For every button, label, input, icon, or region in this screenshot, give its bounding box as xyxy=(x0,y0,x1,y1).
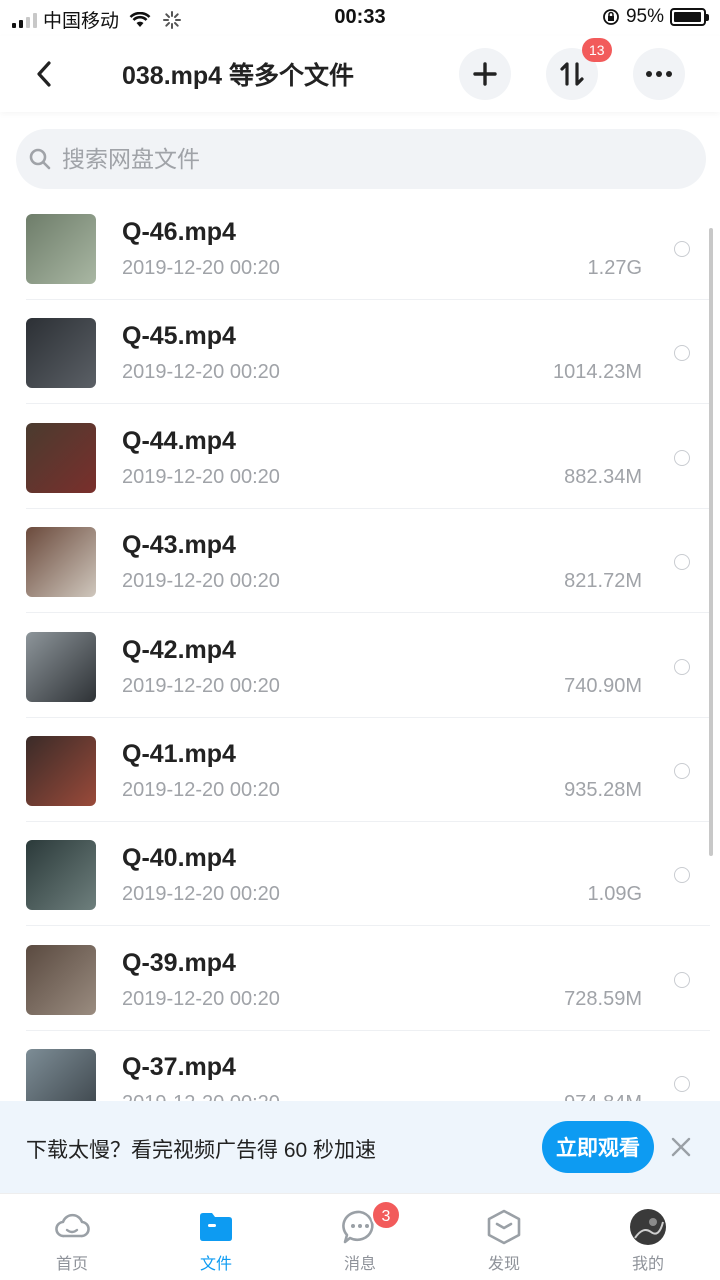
file-row[interactable]: Q-37.mp42019-12-20 00:20974.84M xyxy=(0,1031,720,1102)
file-row[interactable]: Q-45.mp4 2019-12-20 00:20 1014.23M xyxy=(0,300,720,405)
select-radio[interactable] xyxy=(674,867,690,884)
tab-files[interactable]: 文件 xyxy=(144,1194,288,1280)
search-bar[interactable] xyxy=(16,129,706,189)
select-radio[interactable] xyxy=(674,554,690,571)
chat-bubble-icon: 3 xyxy=(341,1200,401,1246)
select-radio[interactable] xyxy=(674,241,690,257)
file-date: 2019-12-20 00:20 xyxy=(122,987,280,1010)
file-row[interactable]: Q-40.mp4 2019-12-20 00:20 1.09G xyxy=(0,822,720,927)
file-name: Q-43.mp4 xyxy=(122,531,236,560)
video-thumbnail xyxy=(26,840,96,911)
video-thumbnail xyxy=(26,214,96,284)
video-thumbnail xyxy=(26,736,96,806)
select-radio[interactable] xyxy=(674,345,690,362)
file-row[interactable]: Q-44.mp4 2019-12-20 00:20 882.34M xyxy=(0,405,720,509)
speedup-ad-banner: 下载太慢？看完视频广告得 60 秒加速 立即观看 xyxy=(0,1101,720,1193)
file-size: 1.09G xyxy=(587,883,642,906)
discover-box-icon xyxy=(485,1208,523,1246)
tab-home[interactable]: 首页 xyxy=(0,1194,144,1280)
status-right: 95% xyxy=(602,6,709,28)
file-date: 2019-12-20 00:20 xyxy=(122,779,280,801)
battery-icon xyxy=(670,8,709,26)
file-size: 882.34M xyxy=(564,465,642,488)
file-size: 935.28M xyxy=(564,779,642,801)
add-button[interactable] xyxy=(459,48,511,100)
file-date: 2019-12-20 00:20 xyxy=(122,257,280,279)
tab-label: 文件 xyxy=(199,1256,232,1273)
close-icon[interactable] xyxy=(670,1136,692,1158)
nav-header: 038.mp4 等多个文件 13 xyxy=(0,36,720,112)
file-name: Q-44.mp4 xyxy=(122,426,236,455)
file-date: 2019-12-20 00:20 xyxy=(122,674,280,697)
file-row[interactable]: Q-46.mp4 2019-12-20 00:20 1.27G xyxy=(0,196,720,300)
status-bar: 中国移动 00:33 95% xyxy=(0,0,720,36)
file-row[interactable]: Q-41.mp4 2019-12-20 00:20 935.28M xyxy=(0,718,720,822)
file-size: 728.59M xyxy=(564,987,642,1010)
file-name: Q-40.mp4 xyxy=(122,844,236,873)
select-radio[interactable] xyxy=(674,971,690,988)
watch-now-button[interactable]: 立即观看 xyxy=(542,1121,654,1173)
chevron-left-icon xyxy=(37,61,51,87)
file-row[interactable]: Q-42.mp4 2019-12-20 00:20 740.90M xyxy=(0,614,720,718)
video-thumbnail xyxy=(26,527,96,598)
more-button[interactable] xyxy=(633,48,685,100)
select-radio[interactable] xyxy=(674,449,690,466)
video-thumbnail xyxy=(26,318,96,389)
video-thumbnail xyxy=(26,422,96,493)
file-date: 2019-12-20 00:20 xyxy=(122,465,280,488)
file-size: 740.90M xyxy=(564,674,642,697)
battery-percent: 95% xyxy=(625,6,664,27)
tab-label: 首页 xyxy=(55,1256,88,1273)
ellipsis-icon xyxy=(646,71,672,77)
tab-label: 我的 xyxy=(631,1256,664,1273)
rotation-lock-icon xyxy=(603,9,619,25)
file-size: 1.27G xyxy=(587,257,642,279)
page-title: 038.mp4 等多个文件 xyxy=(122,62,355,90)
video-thumbnail xyxy=(26,1049,96,1102)
file-size: 821.72M xyxy=(564,570,642,593)
file-date: 2019-12-20 00:20 xyxy=(122,570,280,593)
select-radio[interactable] xyxy=(674,658,690,675)
file-name: Q-37.mp4 xyxy=(122,1053,236,1082)
folder-icon xyxy=(197,1208,235,1246)
transfer-list-button[interactable]: 13 xyxy=(546,38,612,100)
file-date: 2019-12-20 00:20 xyxy=(122,361,280,384)
tab-messages[interactable]: 3 消息 xyxy=(288,1194,432,1280)
file-name: Q-42.mp4 xyxy=(122,635,236,664)
scrollbar[interactable] xyxy=(709,228,713,856)
file-name: Q-39.mp4 xyxy=(122,948,236,977)
cloud-icon xyxy=(53,1208,91,1246)
file-list: Q-46.mp4 2019-12-20 00:20 1.27G Q-45.mp4 201… xyxy=(0,196,720,1102)
transfer-count-badge: 13 xyxy=(582,38,612,62)
file-name: Q-41.mp4 xyxy=(122,740,236,768)
avatar-icon xyxy=(629,1208,667,1246)
transfer-arrows-icon xyxy=(560,62,584,86)
back-button[interactable] xyxy=(26,56,62,92)
tab-discover[interactable]: 发现 xyxy=(432,1194,576,1280)
tab-label: 消息 xyxy=(343,1256,376,1273)
file-row[interactable]: Q-39.mp4 2019-12-20 00:20 728.59M xyxy=(0,927,720,1031)
bottom-tab-bar: 首页 文件 3 消息 发现 我的 xyxy=(0,1193,720,1280)
video-thumbnail xyxy=(26,944,96,1015)
file-name: Q-45.mp4 xyxy=(122,322,236,351)
ad-text: 下载太慢？看完视频广告得 60 秒加速 xyxy=(26,1139,377,1162)
file-date: 2019-12-20 00:20 xyxy=(122,883,280,906)
file-row[interactable]: Q-43.mp4 2019-12-20 00:20 821.72M xyxy=(0,509,720,614)
select-radio[interactable] xyxy=(674,763,690,779)
file-name: Q-46.mp4 xyxy=(122,218,236,246)
video-thumbnail xyxy=(26,631,96,702)
search-input[interactable] xyxy=(62,145,662,173)
select-radio[interactable] xyxy=(674,1076,690,1093)
file-size: 1014.23M xyxy=(553,361,642,384)
plus-icon xyxy=(473,62,497,86)
search-icon xyxy=(29,148,51,170)
message-count-badge: 3 xyxy=(371,1200,401,1230)
tab-label: 发现 xyxy=(487,1256,520,1273)
tab-profile[interactable]: 我的 xyxy=(576,1194,720,1280)
